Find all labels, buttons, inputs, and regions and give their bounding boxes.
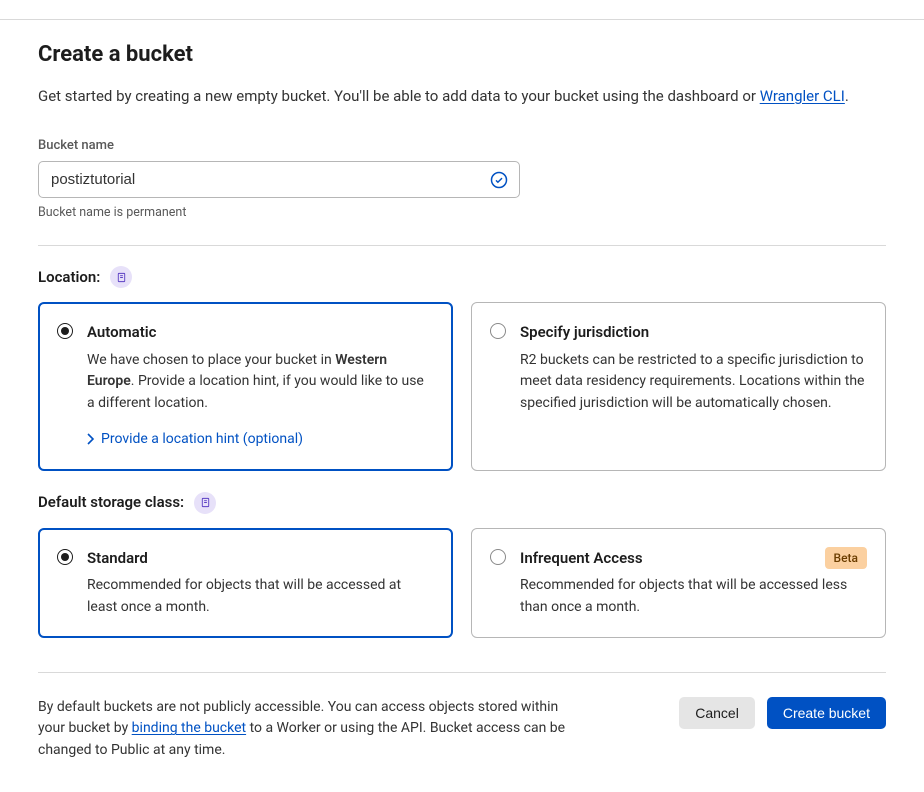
location-option-jurisdiction[interactable]: Specify jurisdiction R2 buckets can be r… [471, 302, 886, 471]
automatic-desc-suffix: . Provide a location hint, if you would … [87, 373, 424, 411]
location-hint-link[interactable]: Provide a location hint (optional) [87, 429, 303, 450]
jurisdiction-title: Specify jurisdiction [520, 321, 649, 344]
page-title: Create a bucket [38, 38, 886, 71]
radio-standard[interactable] [57, 549, 73, 565]
intro-prefix: Get started by creating a new empty buck… [38, 87, 760, 105]
divider-1 [38, 245, 886, 246]
automatic-title: Automatic [87, 321, 157, 344]
standard-body: Standard Recommended for objects that wi… [87, 547, 434, 619]
standard-title: Standard [87, 547, 148, 570]
bucket-name-input[interactable] [38, 161, 520, 198]
footer-actions: Cancel Create bucket [679, 697, 886, 729]
beta-badge: Beta [825, 547, 867, 569]
location-label-text: Location: [38, 266, 100, 289]
footer-text: By default buckets are not publicly acce… [38, 697, 568, 762]
bucket-name-label: Bucket name [38, 136, 886, 156]
chevron-right-icon [87, 433, 95, 445]
storage-class-options-row: Standard Recommended for objects that wi… [38, 528, 886, 638]
top-header-border [0, 0, 924, 20]
location-section-label: Location: [38, 266, 132, 289]
automatic-desc: We have chosen to place your bucket in W… [87, 350, 434, 415]
cancel-button[interactable]: Cancel [679, 697, 755, 729]
location-options-row: Automatic We have chosen to place your b… [38, 302, 886, 471]
intro-suffix: . [845, 87, 849, 105]
location-doc-icon[interactable] [110, 266, 132, 288]
valid-check-icon [490, 171, 508, 189]
intro-text: Get started by creating a new empty buck… [38, 85, 886, 108]
location-hint-text: Provide a location hint (optional) [101, 429, 303, 450]
bucket-name-input-wrap [38, 161, 520, 198]
infrequent-body: Infrequent Access Beta Recommended for o… [520, 547, 867, 619]
radio-jurisdiction[interactable] [490, 323, 506, 339]
storage-option-standard[interactable]: Standard Recommended for objects that wi… [38, 528, 453, 638]
location-option-automatic[interactable]: Automatic We have chosen to place your b… [38, 302, 453, 471]
standard-desc: Recommended for objects that will be acc… [87, 575, 434, 618]
automatic-body: Automatic We have chosen to place your b… [87, 321, 434, 452]
footer-section: By default buckets are not publicly acce… [38, 672, 886, 762]
bucket-name-helper: Bucket name is permanent [38, 204, 886, 223]
binding-bucket-link[interactable]: binding the bucket [132, 720, 246, 736]
storage-option-infrequent[interactable]: Infrequent Access Beta Recommended for o… [471, 528, 886, 638]
storage-class-section-label: Default storage class: [38, 491, 216, 514]
page-container: Create a bucket Get started by creating … [0, 20, 924, 792]
infrequent-desc: Recommended for objects that will be acc… [520, 575, 867, 618]
jurisdiction-desc: R2 buckets can be restricted to a specif… [520, 350, 867, 415]
storage-class-label-text: Default storage class: [38, 491, 184, 514]
radio-infrequent[interactable] [490, 549, 506, 565]
automatic-desc-prefix: We have chosen to place your bucket in [87, 352, 335, 368]
storage-class-doc-icon[interactable] [194, 492, 216, 514]
infrequent-title: Infrequent Access [520, 547, 643, 570]
jurisdiction-body: Specify jurisdiction R2 buckets can be r… [520, 321, 867, 415]
radio-automatic[interactable] [57, 323, 73, 339]
wrangler-cli-link[interactable]: Wrangler CLI [760, 87, 845, 105]
create-bucket-button[interactable]: Create bucket [767, 697, 886, 729]
